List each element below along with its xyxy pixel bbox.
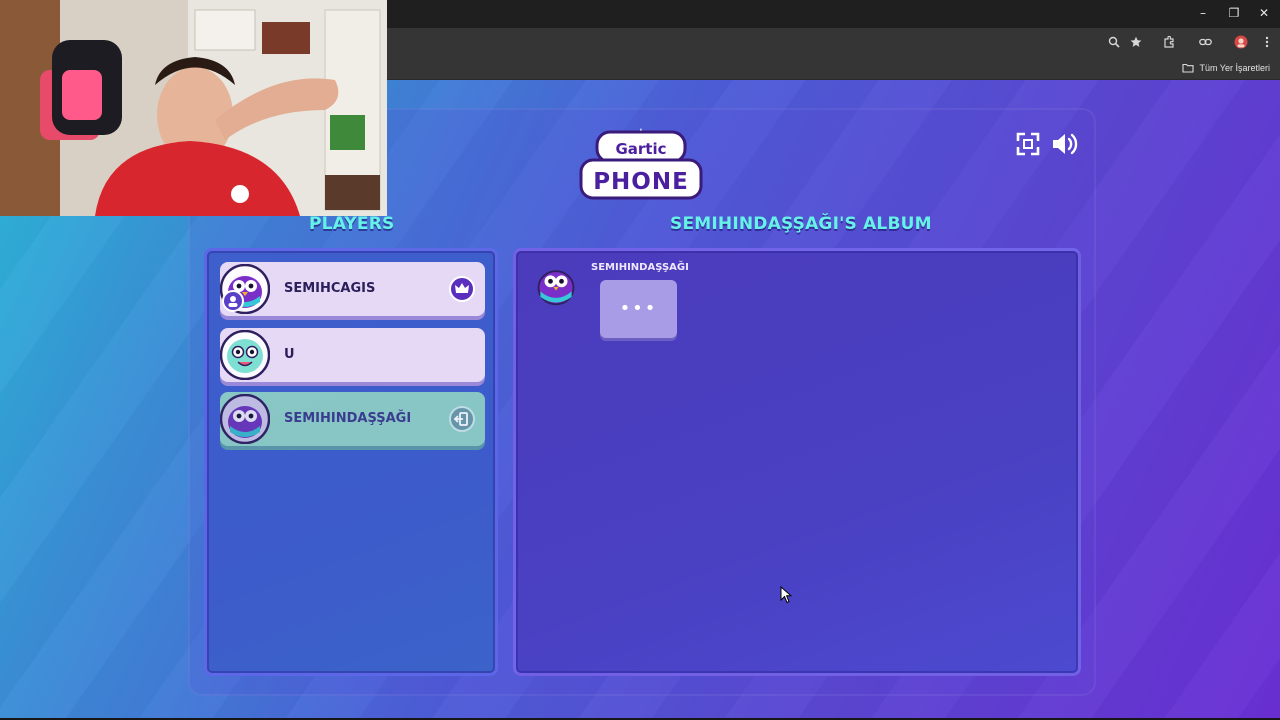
link-icon[interactable] (1196, 34, 1214, 50)
typing-dots: ••• (619, 298, 658, 319)
exit-icon[interactable] (449, 406, 475, 432)
player-card-semihindassagi[interactable]: SEMIHINDAŞŞAĞI (219, 392, 485, 446)
album-panel (513, 248, 1081, 676)
minimize-button[interactable]: – (1190, 4, 1216, 22)
logo-top-text: Gartic (615, 140, 666, 158)
restore-button[interactable]: ❐ (1221, 4, 1247, 22)
folder-icon (1182, 63, 1195, 73)
all-bookmarks-label: Tüm Yer İşaretleri (1199, 63, 1270, 73)
player-card-semihcagis[interactable]: SEMIHCAGIS (219, 262, 485, 316)
sound-button[interactable] (1050, 130, 1078, 158)
speaker-icon (1053, 133, 1078, 155)
extensions-icon[interactable] (1160, 34, 1178, 50)
album-author-name: SEMIHINDAŞŞAĞI (591, 262, 689, 273)
host-marker-icon (222, 290, 244, 312)
player-name: SEMIHCAGIS (284, 281, 376, 296)
player-card-u[interactable]: U (219, 328, 485, 382)
fullscreen-icon (1016, 132, 1040, 156)
mouse-cursor (780, 585, 793, 604)
close-window-button[interactable]: ✕ (1251, 4, 1277, 22)
album-author-avatar (533, 262, 579, 308)
gartic-phone-logo: Gartic PHONE (579, 126, 703, 202)
fullscreen-button[interactable] (1014, 130, 1042, 158)
all-bookmarks-button[interactable]: Tüm Yer İşaretleri (1182, 60, 1270, 76)
profile-icon[interactable] (1232, 34, 1250, 50)
player-avatar (219, 393, 271, 445)
album-heading: SEMIHINDAŞŞAĞI'S ALBUM (670, 214, 932, 234)
crown-icon (449, 276, 475, 302)
player-avatar (219, 329, 271, 381)
star-icon[interactable] (1127, 34, 1145, 50)
logo-bottom-text: PHONE (593, 169, 689, 195)
player-name: SEMIHINDAŞŞAĞI (284, 411, 412, 426)
player-name: U (284, 347, 295, 362)
webcam-overlay (0, 0, 387, 216)
typing-bubble: ••• (600, 280, 677, 338)
zoom-icon[interactable] (1105, 34, 1123, 50)
menu-icon[interactable] (1258, 34, 1276, 50)
players-heading: PLAYERS (309, 214, 395, 234)
